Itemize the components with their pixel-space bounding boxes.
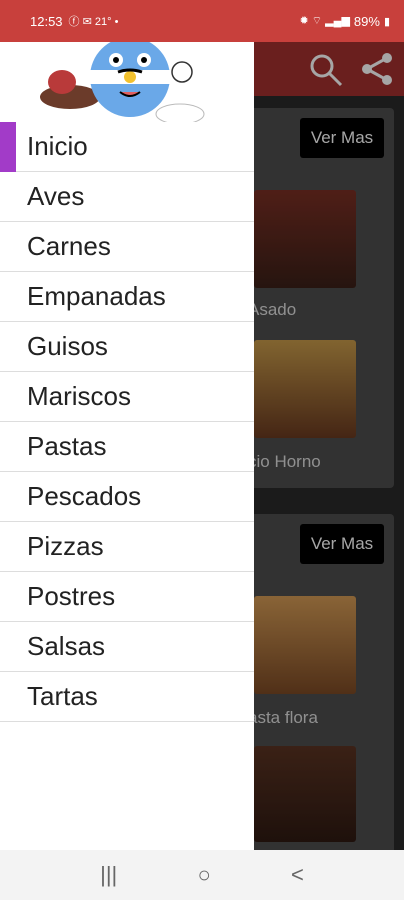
drawer-menu: Inicio Aves Carnes Empanadas Guisos Mari… (0, 122, 254, 722)
navigation-drawer: Inicio Aves Carnes Empanadas Guisos Mari… (0, 42, 254, 850)
mascot-logo (40, 42, 205, 122)
notification-icons: ⓕ ✉ 21° • (68, 16, 119, 28)
menu-item-empanadas[interactable]: Empanadas (0, 272, 254, 322)
menu-item-inicio[interactable]: Inicio (0, 122, 254, 172)
menu-item-aves[interactable]: Aves (0, 172, 254, 222)
drawer-header (0, 42, 254, 122)
menu-item-pizzas[interactable]: Pizzas (0, 522, 254, 572)
menu-item-pescados[interactable]: Pescados (0, 472, 254, 522)
back-button[interactable]: < (291, 862, 304, 888)
menu-item-pastas[interactable]: Pastas (0, 422, 254, 472)
status-bar: 12:53 ⓕ ✉ 21° • ✹ ⌔ ▂▄▆ 89% ▮ (0, 0, 404, 42)
menu-item-guisos[interactable]: Guisos (0, 322, 254, 372)
status-time: 12:53 (30, 13, 63, 29)
menu-item-tartas[interactable]: Tartas (0, 672, 254, 722)
battery-icon: ▮ (383, 15, 390, 28)
battery-level: 89% (353, 13, 380, 29)
menu-item-carnes[interactable]: Carnes (0, 222, 254, 272)
home-button[interactable]: ○ (197, 862, 210, 888)
menu-item-mariscos[interactable]: Mariscos (0, 372, 254, 422)
drawer-scrim[interactable] (254, 42, 404, 850)
system-nav-bar: ||| ○ < (0, 850, 404, 900)
signal-icons: ✹ ⌔ ▂▄▆ (299, 15, 350, 27)
menu-item-postres[interactable]: Postres (0, 572, 254, 622)
recents-button[interactable]: ||| (100, 862, 117, 888)
menu-item-salsas[interactable]: Salsas (0, 622, 254, 672)
